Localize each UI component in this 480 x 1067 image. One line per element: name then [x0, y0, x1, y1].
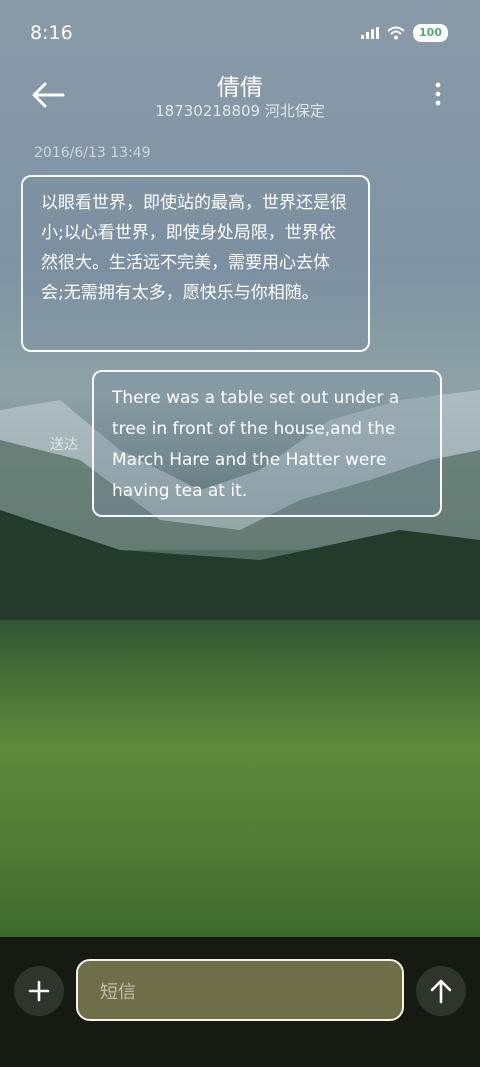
- status-icons: 100: [361, 24, 448, 42]
- outgoing-message-bubble[interactable]: There was a table set out under a tree i…: [92, 370, 442, 517]
- more-vert-icon[interactable]: [432, 80, 444, 110]
- status-time: 8:16: [30, 22, 73, 44]
- incoming-message-bubble[interactable]: 以眼看世界，即使站的最高，世界还是很小;以心看世界，即使身处局限，世界依然很大。…: [21, 175, 370, 352]
- composer-bar: 短信: [0, 937, 480, 1067]
- conversation-header: 倩倩 18730218809 河北保定: [0, 60, 480, 130]
- battery-icon: 100: [413, 24, 448, 42]
- send-arrow-icon: [430, 979, 452, 1004]
- send-button[interactable]: [416, 966, 466, 1016]
- plus-icon: [28, 980, 50, 1002]
- contact-info: 18730218809 河北保定: [155, 102, 325, 120]
- signal-icon: [361, 27, 380, 39]
- delivery-status: 送达: [50, 437, 78, 453]
- wifi-icon: [387, 26, 405, 40]
- message-input[interactable]: 短信: [76, 959, 404, 1021]
- status-bar: 8:16 100: [0, 0, 480, 68]
- message-timestamp: 2016/6/13 13:49: [34, 145, 151, 161]
- contact-name: 倩倩: [217, 75, 263, 101]
- attach-button[interactable]: [14, 966, 64, 1016]
